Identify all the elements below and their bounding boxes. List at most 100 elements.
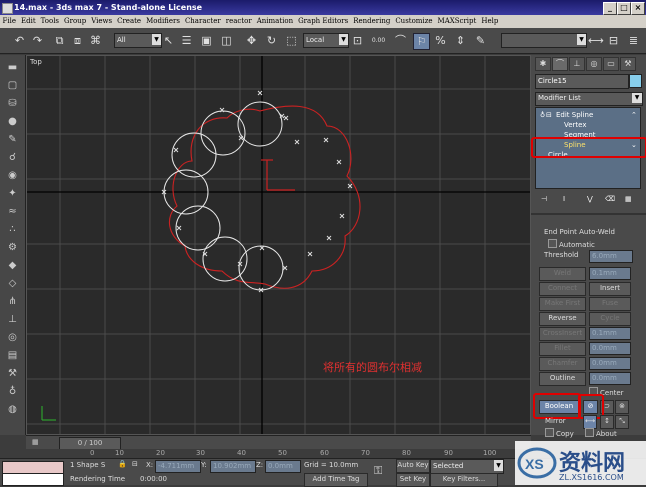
threshold-spinner[interactable]: 6.0mm: [589, 250, 633, 263]
undo-icon[interactable]: ↶: [12, 33, 27, 48]
redo-icon[interactable]: ↷: [30, 33, 45, 48]
tab-modify-icon[interactable]: ⌒: [552, 57, 568, 71]
pin-stack-icon[interactable]: ⊣: [541, 195, 547, 203]
expand-icon[interactable]: ⊟: [546, 111, 552, 119]
close-button[interactable]: ×: [631, 2, 645, 15]
configure-sets-icon[interactable]: ▦: [625, 195, 632, 203]
tab-display-icon[interactable]: ▭: [603, 57, 619, 71]
tab-create-icon[interactable]: ✱: [535, 57, 551, 71]
copy-checkbox[interactable]: Copy: [545, 428, 574, 438]
auto-key-button[interactable]: Auto Key: [396, 459, 430, 473]
cross-insert-button[interactable]: CrossInsert: [539, 327, 586, 341]
object-name-field[interactable]: Circle15: [535, 74, 629, 89]
lock-icon[interactable]: 🔒: [118, 460, 127, 468]
menu-modifiers[interactable]: Modifiers: [144, 15, 183, 28]
mirror-icon[interactable]: ⟷: [588, 33, 604, 48]
make-unique-icon[interactable]: ⋁: [587, 195, 593, 203]
menu-graph-editors[interactable]: Graph Editors: [296, 15, 351, 28]
chamfer-button[interactable]: Chamfer: [539, 357, 586, 371]
chevron-up-icon[interactable]: ⌃: [631, 111, 637, 119]
menu-rendering[interactable]: Rendering: [351, 15, 393, 28]
fillet-button[interactable]: Fillet: [539, 342, 586, 356]
menu-character[interactable]: Character: [182, 15, 223, 28]
y-coordinate-field[interactable]: 10.902mm: [210, 460, 256, 473]
display-icon[interactable]: ▤: [5, 349, 20, 362]
material-icon[interactable]: ◍: [5, 403, 20, 416]
mirror-vertical-icon[interactable]: ↕: [600, 415, 614, 429]
cross-insert-spinner[interactable]: 0.1mm: [589, 327, 631, 340]
modifier-icon[interactable]: ⋔: [5, 295, 20, 308]
make-first-button[interactable]: Make First: [539, 297, 586, 311]
menu-customize[interactable]: Customize: [393, 15, 435, 28]
object-color-swatch[interactable]: [629, 74, 642, 88]
x-coordinate-field[interactable]: -4.711mm: [155, 460, 201, 473]
menu-tools[interactable]: Tools: [38, 15, 61, 28]
space-warp-icon[interactable]: ≈: [5, 205, 20, 218]
tab-utilities-icon[interactable]: ⚒: [620, 57, 636, 71]
show-end-result-icon[interactable]: Ⅰ: [563, 195, 565, 203]
fillet-spinner[interactable]: 0.0mm: [589, 342, 631, 355]
viewport-label[interactable]: Top: [30, 58, 42, 66]
move-icon[interactable]: ✥: [244, 33, 259, 48]
helper-icon[interactable]: ✦: [5, 187, 20, 200]
pivot-center-icon[interactable]: ⊡: [350, 33, 365, 48]
menu-group[interactable]: Group: [62, 15, 89, 28]
modifier-list-dropdown[interactable]: Modifier List ▼: [535, 92, 643, 106]
outline-button[interactable]: Outline: [539, 372, 586, 386]
menu-reactor[interactable]: reactor: [223, 15, 254, 28]
sphere-icon[interactable]: ●: [5, 115, 20, 128]
rotate-icon[interactable]: ↻: [264, 33, 279, 48]
region-select-icon[interactable]: ▣: [199, 33, 214, 48]
particle-icon[interactable]: ∴: [5, 223, 20, 236]
mirror-both-icon[interactable]: ⤡: [615, 415, 629, 429]
named-selection-icon[interactable]: ✎: [473, 33, 488, 48]
hierarchy-icon[interactable]: ⊥: [5, 313, 20, 326]
window-crossing-icon[interactable]: ◫: [219, 33, 234, 48]
geometry-icon[interactable]: ◆: [5, 259, 20, 272]
top-viewport[interactable]: Top 将所有的圆布尔相减: [26, 55, 531, 435]
tab-scroll-icon[interactable]: ▬: [5, 61, 20, 74]
named-selection-set[interactable]: ▼: [501, 33, 587, 48]
fuse-button[interactable]: Fuse: [589, 297, 631, 311]
link-icon[interactable]: ⧉: [52, 33, 67, 48]
align-icon[interactable]: ⊟: [606, 33, 621, 48]
bind-space-warp-icon[interactable]: ⌘: [88, 33, 103, 48]
reactor-icon[interactable]: ♁: [5, 385, 20, 398]
insert-button[interactable]: Insert: [589, 282, 631, 296]
transform-mode-icon[interactable]: ⊟: [132, 460, 138, 468]
shapes-icon[interactable]: ◇: [5, 277, 20, 290]
unlink-icon[interactable]: ⧈: [70, 33, 85, 48]
menu-animation[interactable]: Animation: [254, 15, 295, 28]
outline-spinner[interactable]: 0.0mm: [589, 372, 631, 385]
lamp-icon[interactable]: ☌: [5, 151, 20, 164]
automatic-checkbox[interactable]: Automatic: [548, 239, 595, 249]
tab-motion-icon[interactable]: ◎: [586, 57, 602, 71]
spinner-snap-icon[interactable]: ⇕: [453, 33, 468, 48]
snap-value[interactable]: 0.00: [371, 33, 386, 48]
layer-manager-icon[interactable]: ≣: [626, 33, 641, 48]
pencil-icon[interactable]: ✎: [5, 133, 20, 146]
camera-icon[interactable]: ◉: [5, 169, 20, 182]
stack-vertex[interactable]: Vertex: [564, 121, 587, 129]
utilities-icon[interactable]: ⚒: [5, 367, 20, 380]
select-object-icon[interactable]: ↖: [161, 33, 176, 48]
motion-icon[interactable]: ◎: [5, 331, 20, 344]
maximize-button[interactable]: □: [617, 2, 631, 15]
reference-coordinate-system[interactable]: Local ▼: [303, 33, 349, 48]
snap-toggle-icon[interactable]: ⌒: [393, 33, 408, 48]
menu-maxscript[interactable]: MAXScript: [435, 15, 479, 28]
menu-help[interactable]: Help: [479, 15, 501, 28]
remove-modifier-icon[interactable]: ⌫: [605, 195, 615, 203]
cylinder-icon[interactable]: ⛁: [5, 97, 20, 110]
systems-icon[interactable]: ⚙: [5, 241, 20, 254]
menu-views[interactable]: Views: [89, 15, 115, 28]
weld-button[interactable]: Weld: [539, 267, 586, 281]
track-view-icon[interactable]: ▦: [32, 438, 39, 446]
select-by-name-icon[interactable]: ☰: [179, 33, 194, 48]
about-checkbox[interactable]: About: [585, 428, 617, 438]
minimize-button[interactable]: _: [603, 2, 617, 15]
key-icon[interactable]: ⚿: [374, 464, 382, 478]
scale-icon[interactable]: ⬚: [284, 33, 299, 48]
mirror-horizontal-icon[interactable]: ⟷: [583, 415, 597, 429]
z-coordinate-field[interactable]: 0.0mm: [265, 460, 301, 473]
